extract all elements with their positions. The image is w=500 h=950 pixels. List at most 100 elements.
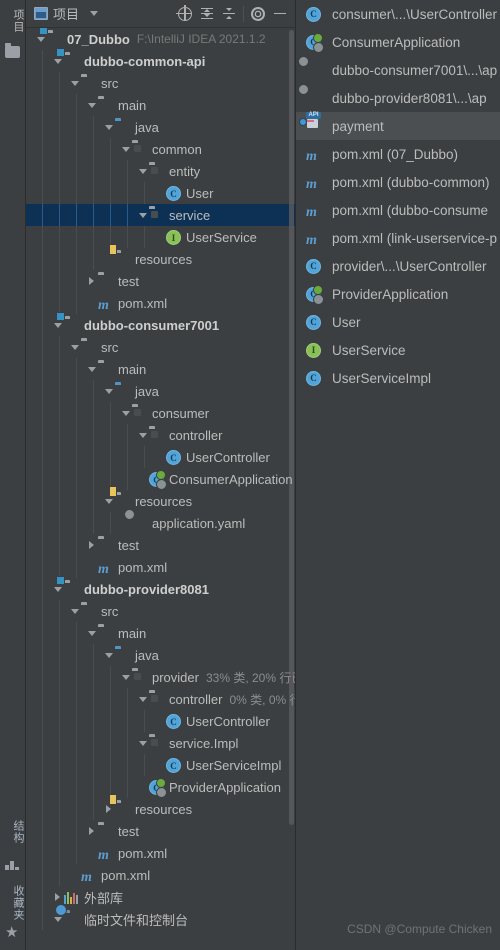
scroll-from-source-button[interactable] [174,3,196,25]
tree-row[interactable]: dubbo-common-api [26,50,295,72]
maven-pom-icon: m [98,848,109,863]
tree-row[interactable]: main [26,622,295,644]
chevron-down-icon[interactable] [85,99,98,112]
tree-row[interactable]: controller [26,424,295,446]
tree-row[interactable]: test [26,820,295,842]
tree-row[interactable]: main [26,94,295,116]
strip-button-structure[interactable]: 结构 [0,812,26,852]
tree-row[interactable]: java [26,380,295,402]
no-toggle [68,869,81,882]
tree-row[interactable]: m pom.xml [26,292,295,314]
recent-file-item[interactable]: dubbo-consumer7001\...\ap [296,56,500,84]
tree-row[interactable]: main [26,358,295,380]
chevron-right-icon[interactable] [85,825,98,838]
chevron-down-icon[interactable] [68,77,81,90]
tree-row[interactable]: C UserServiceImpl [26,754,295,776]
tree-row[interactable]: java [26,116,295,138]
yaml-file-icon [306,62,323,79]
tree-row[interactable]: C UserController [26,446,295,468]
settings-button[interactable] [247,3,269,25]
recent-file-item[interactable]: API payment [296,111,500,140]
chevron-down-icon[interactable] [136,165,149,178]
project-tree[interactable]: 07_Dubbo F:\IntelliJ IDEA 2021.1.2 dubbo-c… [26,28,295,950]
tree-row[interactable]: provider 33% 类, 20% 行已覆 [26,666,295,688]
chevron-down-icon[interactable] [102,385,115,398]
tree-row[interactable]: resources [26,248,295,270]
tree-row[interactable]: 临时文件和控制台 [26,908,295,930]
chevron-down-icon[interactable] [85,627,98,640]
tree-row[interactable]: entity [26,160,295,182]
chevron-down-icon[interactable] [119,143,132,156]
tree-row-label: dubbo-common-api [84,53,206,69]
recent-file-item[interactable]: Cconsumer\...\UserController [296,0,500,28]
recent-file-item[interactable]: dubbo-provider8081\...\ap [296,84,500,112]
recent-file-item[interactable]: C UserServiceImpl [296,364,500,392]
tree-row[interactable]: dubbo-consumer7001 [26,314,295,336]
strip-button-favorites[interactable]: 收藏夹 [0,878,26,928]
tree-row[interactable]: C ConsumerApplication [26,468,295,490]
recent-file-item[interactable]: m pom.xml (link-userservice-p [296,224,500,252]
recent-file-item[interactable]: I UserService [296,336,500,364]
chevron-down-icon[interactable] [119,407,132,420]
expand-all-button[interactable] [196,3,218,25]
tree-row[interactable]: C UserController [26,710,295,732]
chevron-down-icon[interactable] [68,605,81,618]
tree-row[interactable]: 外部库 [26,886,295,908]
tree-row[interactable]: dubbo-provider8081 [26,578,295,600]
tree-row[interactable]: C ProviderApplication [26,776,295,798]
star-icon[interactable]: ★ [5,925,21,941]
strip-button-project[interactable]: 项目 [0,4,26,38]
collapse-all-button[interactable] [218,3,240,25]
recent-file-item[interactable]: m pom.xml (dubbo-common) [296,168,500,196]
tree-row[interactable]: java [26,644,295,666]
tree-row[interactable]: src [26,72,295,94]
chevron-down-icon[interactable] [68,341,81,354]
tree-row[interactable]: 07_Dubbo F:\IntelliJ IDEA 2021.1.2 [26,28,295,50]
chevron-down-icon[interactable] [102,649,115,662]
chevron-down-icon[interactable] [90,11,99,16]
tree-row[interactable]: src [26,600,295,622]
tree-row[interactable]: I UserService [26,226,295,248]
tree-row[interactable]: consumer [26,402,295,424]
chevron-down-icon[interactable] [136,737,149,750]
maven-pom-icon: m [81,870,92,885]
chevron-down-icon[interactable] [85,363,98,376]
tree-row[interactable]: resources [26,490,295,512]
recent-file-label: provider\...\UserController [332,258,487,274]
recent-file-item[interactable]: C User [296,308,500,336]
chevron-down-icon[interactable] [136,693,149,706]
tree-row[interactable]: m pom.xml [26,864,295,886]
tree-row[interactable]: common [26,138,295,160]
tree-row[interactable]: test [26,270,295,292]
tree-row[interactable]: m pom.xml [26,842,295,864]
tree-row[interactable]: service [26,204,295,226]
recent-file-item[interactable]: m pom.xml (07_Dubbo) [296,140,500,168]
chevron-right-icon[interactable] [85,539,98,552]
recent-file-item[interactable]: Cprovider\...\UserController [296,252,500,280]
recent-file-item[interactable]: C ConsumerApplication [296,28,500,56]
tree-row[interactable]: service.Impl [26,732,295,754]
project-view-selector[interactable]: 项目 [30,4,102,23]
tree-row[interactable]: m pom.xml [26,556,295,578]
tree-row[interactable]: application.yaml [26,512,295,534]
recent-file-item[interactable]: m pom.xml (dubbo-consume [296,196,500,224]
chevron-right-icon[interactable] [51,891,64,904]
recent-files-list[interactable]: Cconsumer\...\UserController C ConsumerApp… [296,0,500,950]
chevron-right-icon[interactable] [85,275,98,288]
structure-icon[interactable] [5,858,21,874]
hide-button[interactable] [269,3,291,25]
chevron-down-icon[interactable] [136,209,149,222]
chevron-down-icon[interactable] [136,429,149,442]
toolbar-divider [243,5,244,22]
chevron-down-icon[interactable] [119,671,132,684]
tree-row[interactable]: controller 0% 类, 0% 行已覆 [26,688,295,710]
tree-row-label: resources [135,493,193,509]
tree-row[interactable]: C User [26,182,295,204]
recent-file-item[interactable]: C ProviderApplication [296,280,500,308]
tree-row[interactable]: test [26,534,295,556]
tree-row-label: main [118,625,147,641]
chevron-down-icon[interactable] [102,121,115,134]
project-folder-icon[interactable] [5,43,21,60]
tree-row[interactable]: resources [26,798,295,820]
tree-row[interactable]: src [26,336,295,358]
